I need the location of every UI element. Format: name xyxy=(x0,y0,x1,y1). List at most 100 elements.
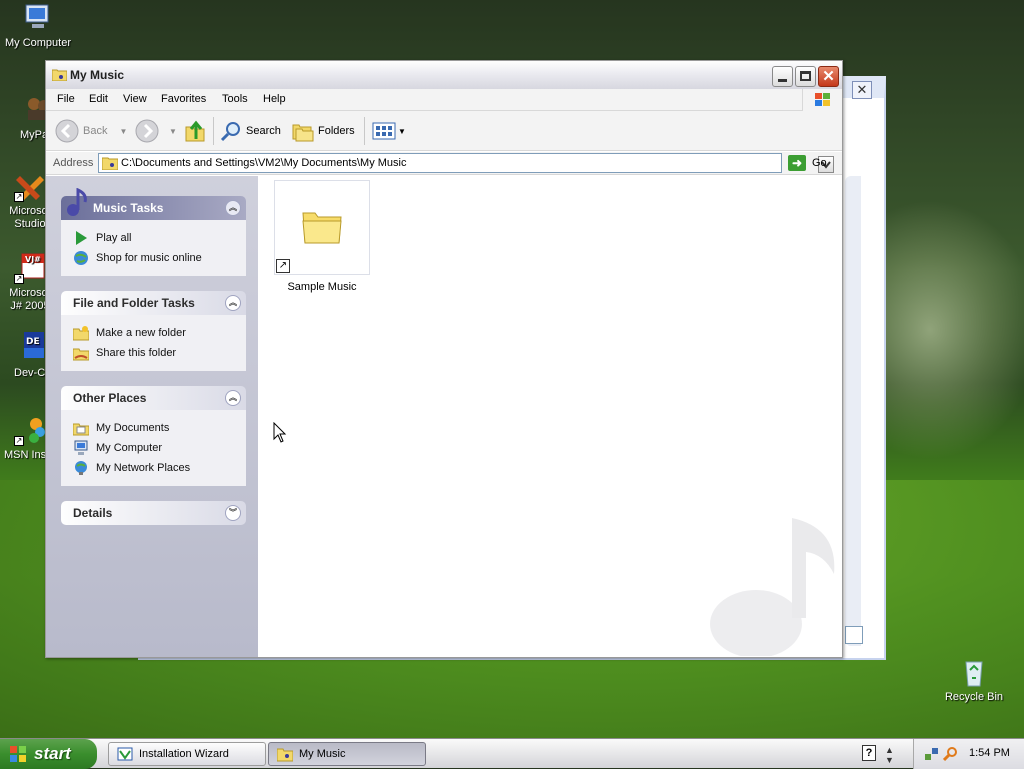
other-places-panel: Other Places ︽ My Documents My Computer … xyxy=(61,386,246,486)
collapse-icon[interactable]: ︽ xyxy=(225,200,241,216)
background-dialog-close-icon[interactable]: ✕ xyxy=(852,81,872,99)
place-label: My Network Places xyxy=(96,462,191,474)
start-label: start xyxy=(34,744,71,763)
svg-text:VJ#: VJ# xyxy=(25,255,41,264)
explorer-window: My Music ✕ File Edit View Favorites Tool… xyxy=(45,60,843,658)
menu-help[interactable]: Help xyxy=(263,93,286,105)
play-icon xyxy=(76,231,87,245)
toolbar: Back ▼ ▼ Search Folders ▼ xyxy=(46,111,842,151)
place-my-computer[interactable]: My Computer xyxy=(73,438,236,458)
background-dialog-panel xyxy=(845,176,861,646)
clock[interactable]: 1:54 PM xyxy=(969,747,1010,759)
taskbar-button-label: Installation Wizard xyxy=(139,748,229,760)
taskbar-button-installation-wizard[interactable]: Installation Wizard xyxy=(108,742,266,766)
file-item-label: Sample Music xyxy=(287,281,357,293)
minimize-button[interactable] xyxy=(772,66,793,87)
views-dropdown-icon: ▼ xyxy=(398,126,406,136)
msn-icon: ↗ xyxy=(14,414,46,446)
music-note-watermark-icon xyxy=(710,518,835,656)
go-arrow-icon: ➜ xyxy=(788,155,806,171)
details-panel: Details ︾ xyxy=(61,501,246,525)
background-dialog-button[interactable] xyxy=(845,626,863,644)
details-header[interactable]: Details ︾ xyxy=(61,501,246,525)
minimize-icon xyxy=(778,79,787,82)
close-button[interactable]: ✕ xyxy=(818,66,839,87)
file-folder-tasks-header[interactable]: File and Folder Tasks ︽ xyxy=(61,291,246,315)
shortcut-arrow-icon: ↗ xyxy=(14,274,24,284)
computer-icon xyxy=(22,2,54,34)
back-arrow-icon xyxy=(55,119,79,143)
globe-icon xyxy=(74,251,88,265)
task-label: Shop for music online xyxy=(96,252,202,264)
address-value: C:\Documents and Settings\VM2\My Documen… xyxy=(121,157,407,169)
back-button[interactable]: Back ▼ xyxy=(55,119,127,143)
desktop-icon-label: My Computer xyxy=(4,37,72,49)
task-shop-online[interactable]: Shop for music online xyxy=(73,248,236,268)
other-places-body: My Documents My Computer My Network Plac… xyxy=(61,410,246,486)
desktop-icon-my-computer[interactable]: My Computer xyxy=(0,2,78,50)
taskbar: start Installation Wizard My Music ? ▲ ▼ … xyxy=(0,738,1024,769)
music-tasks-header[interactable]: Music Tasks ︽ xyxy=(61,188,246,220)
folder-icon xyxy=(302,212,342,244)
place-label: My Computer xyxy=(96,442,163,454)
address-label: Address xyxy=(53,157,94,169)
tray-expand-icon[interactable]: ▲ ▼ xyxy=(885,745,894,765)
folder-music-icon xyxy=(52,69,67,81)
menu-file[interactable]: File xyxy=(57,93,75,105)
views-button[interactable]: ▼ xyxy=(372,119,406,143)
desktop-icon-recycle-bin[interactable]: Recycle Bin xyxy=(934,656,1014,704)
desktop-icon-label: Recycle Bin xyxy=(944,691,1004,703)
maximize-icon xyxy=(800,71,811,81)
task-play-all[interactable]: Play all xyxy=(73,228,236,248)
place-my-network[interactable]: My Network Places xyxy=(73,458,236,478)
windows-logo-icon xyxy=(802,89,842,111)
place-my-documents[interactable]: My Documents xyxy=(73,418,236,438)
panel-title: Other Places xyxy=(73,391,147,405)
taskbar-button-label: My Music xyxy=(299,748,346,760)
toolbar-separator xyxy=(364,117,365,145)
task-share-folder[interactable]: Share this folder xyxy=(73,343,236,363)
expand-icon[interactable]: ︾ xyxy=(225,505,241,521)
window-title: My Music xyxy=(70,68,125,82)
taskbar-button-my-music[interactable]: My Music xyxy=(268,742,426,766)
mouse-cursor-icon xyxy=(273,422,287,443)
menu-view[interactable]: View xyxy=(123,93,147,105)
folder-music-icon xyxy=(277,748,293,762)
file-item-sample-music[interactable]: ↗ xyxy=(274,180,370,275)
file-folder-tasks-body: Make a new folder Share this folder xyxy=(61,315,246,371)
recycle-bin-icon xyxy=(958,656,990,688)
search-label: Search xyxy=(246,125,281,137)
menu-tools[interactable]: Tools xyxy=(222,93,248,105)
network-tray-icon[interactable] xyxy=(924,746,940,762)
new-folder-icon xyxy=(73,326,89,341)
address-input[interactable]: C:\Documents and Settings\VM2\My Documen… xyxy=(98,153,834,173)
collapse-icon[interactable]: ︽ xyxy=(225,295,241,311)
maximize-button[interactable] xyxy=(795,66,816,87)
help-icon[interactable]: ? xyxy=(862,745,876,761)
toolbar-separator xyxy=(213,117,214,145)
place-label: My Documents xyxy=(96,422,170,434)
search-button[interactable]: Search xyxy=(220,119,281,143)
menu-favorites[interactable]: Favorites xyxy=(161,93,206,105)
folder-music-icon xyxy=(102,157,118,170)
folders-icon xyxy=(292,124,314,142)
collapse-icon[interactable]: ︽ xyxy=(225,390,241,406)
menu-edit[interactable]: Edit xyxy=(89,93,108,105)
go-label: Go xyxy=(812,157,827,169)
search-tray-icon[interactable] xyxy=(943,746,959,762)
up-folder-button[interactable] xyxy=(184,119,208,143)
back-dropdown-icon[interactable]: ▼ xyxy=(119,127,127,136)
other-places-header[interactable]: Other Places ︽ xyxy=(61,386,246,410)
visual-studio-icon: ↗ xyxy=(14,170,46,202)
dev-cpp-icon: DE xyxy=(14,332,46,364)
start-button[interactable]: start xyxy=(0,739,97,769)
task-new-folder[interactable]: Make a new folder xyxy=(73,323,236,343)
forward-dropdown-icon[interactable]: ▼ xyxy=(169,127,177,136)
shortcut-arrow-icon: ↗ xyxy=(276,259,290,273)
folders-button[interactable]: Folders xyxy=(292,119,355,143)
go-button[interactable]: ➜ Go xyxy=(788,154,827,172)
forward-button[interactable]: ▼ xyxy=(135,119,177,143)
system-tray: 1:54 PM xyxy=(913,739,1024,769)
title-bar[interactable]: My Music ✕ xyxy=(46,61,842,89)
task-label: Play all xyxy=(96,232,132,244)
